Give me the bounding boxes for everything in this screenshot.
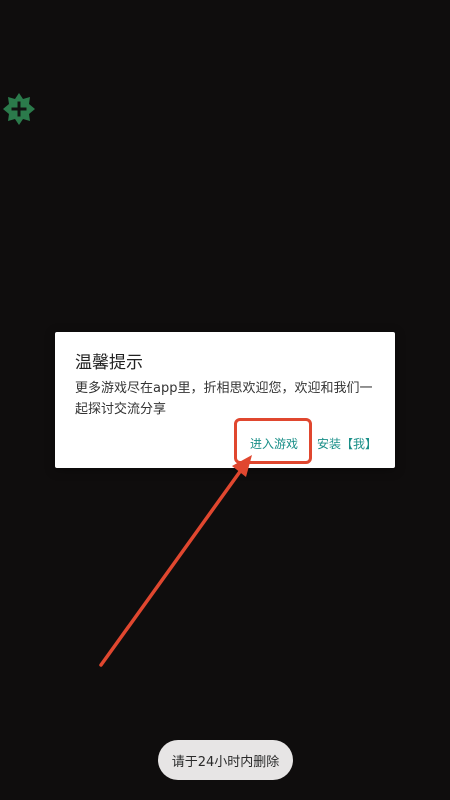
welcome-dialog: 温馨提示 更多游戏尽在app里，折相思欢迎您，欢迎和我们一起探讨交流分享 进入游… xyxy=(55,332,395,468)
dialog-title: 温馨提示 xyxy=(75,353,143,373)
floating-plus-button[interactable] xyxy=(2,92,36,126)
screen: 温馨提示 更多游戏尽在app里，折相思欢迎您，欢迎和我们一起探讨交流分享 进入游… xyxy=(0,0,450,800)
plus-icon xyxy=(3,93,35,125)
dialog-message: 更多游戏尽在app里，折相思欢迎您，欢迎和我们一起探讨交流分享 xyxy=(75,381,373,417)
annotation-highlight-box xyxy=(234,418,312,464)
toast-message: 请于24小时内删除 xyxy=(158,740,293,780)
install-button[interactable]: 安装【我】 xyxy=(317,435,377,452)
